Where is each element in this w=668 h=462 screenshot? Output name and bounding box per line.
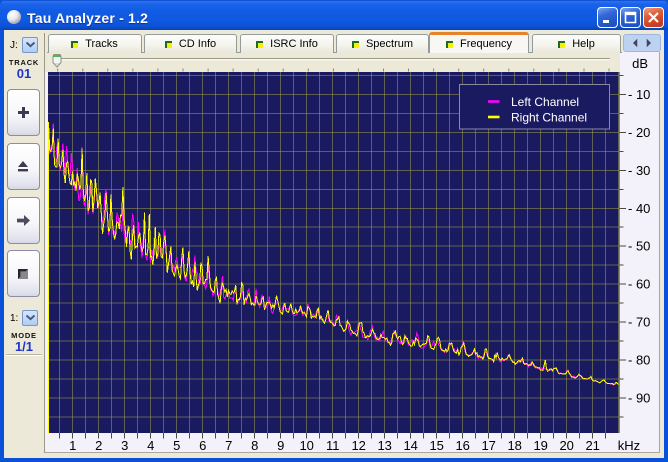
svg-text:- 30: - 30 bbox=[628, 163, 650, 178]
svg-text:10: 10 bbox=[299, 438, 313, 453]
svg-text:18: 18 bbox=[507, 438, 521, 453]
svg-text:13: 13 bbox=[377, 438, 391, 453]
svg-text:16: 16 bbox=[455, 438, 469, 453]
svg-text:6: 6 bbox=[199, 438, 206, 453]
svg-text:5: 5 bbox=[173, 438, 180, 453]
svg-text:15: 15 bbox=[429, 438, 443, 453]
svg-text:7: 7 bbox=[225, 438, 232, 453]
svg-text:20: 20 bbox=[559, 438, 573, 453]
svg-text:- 90: - 90 bbox=[628, 390, 650, 405]
svg-text:- 10: - 10 bbox=[628, 87, 650, 102]
svg-text:1: 1 bbox=[69, 438, 76, 453]
svg-text:14: 14 bbox=[403, 438, 417, 453]
svg-text:11: 11 bbox=[326, 438, 340, 453]
svg-text:- 60: - 60 bbox=[628, 277, 650, 292]
svg-text:- 50: - 50 bbox=[628, 239, 650, 254]
svg-text:17: 17 bbox=[481, 438, 495, 453]
svg-text:12: 12 bbox=[351, 438, 365, 453]
svg-text:2: 2 bbox=[95, 438, 102, 453]
svg-text:4: 4 bbox=[147, 438, 154, 453]
svg-text:Right Channel: Right Channel bbox=[511, 111, 587, 125]
svg-text:- 80: - 80 bbox=[628, 352, 650, 367]
svg-text:- 20: - 20 bbox=[628, 125, 650, 140]
svg-text:Left Channel: Left Channel bbox=[511, 95, 579, 109]
svg-text:- 70: - 70 bbox=[628, 315, 650, 330]
svg-text:3: 3 bbox=[121, 438, 128, 453]
svg-text:9: 9 bbox=[277, 438, 284, 453]
svg-text:21: 21 bbox=[585, 438, 599, 453]
svg-text:8: 8 bbox=[251, 438, 258, 453]
svg-text:19: 19 bbox=[533, 438, 547, 453]
svg-text:kHz: kHz bbox=[618, 438, 640, 453]
svg-text:dB: dB bbox=[632, 56, 648, 71]
svg-text:- 40: - 40 bbox=[628, 201, 650, 216]
